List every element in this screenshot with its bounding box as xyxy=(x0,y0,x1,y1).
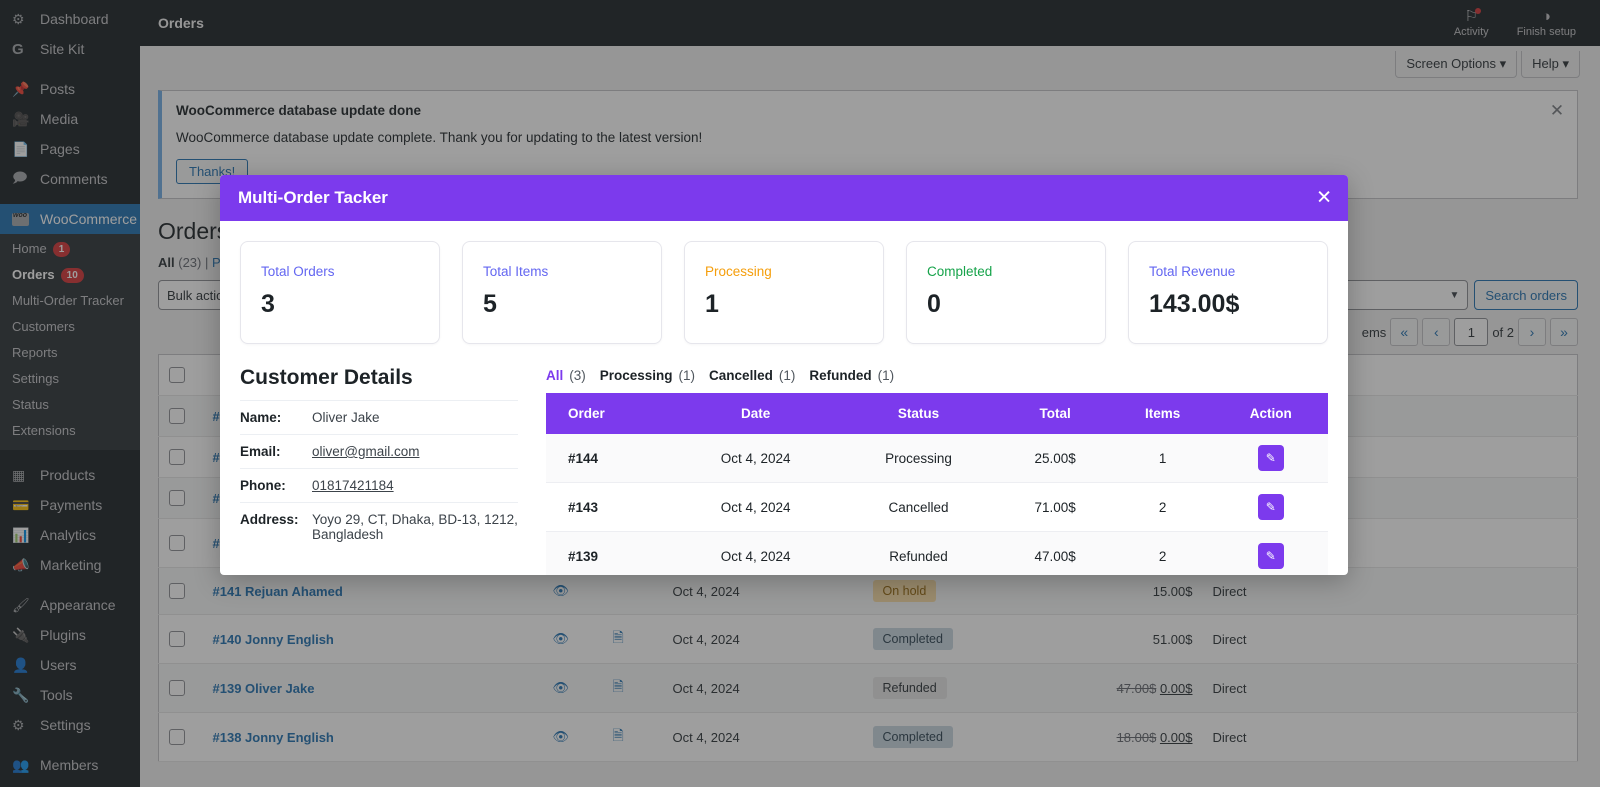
cell-order: #143 xyxy=(546,482,673,532)
cell-date: Oct 4, 2024 xyxy=(672,531,839,575)
pencil-icon[interactable]: ✎ xyxy=(1257,445,1284,471)
cell-date: Oct 4, 2024 xyxy=(672,482,839,532)
tab-all-count: (3) xyxy=(569,368,586,383)
cell-action: ✎ xyxy=(1213,434,1328,483)
customer-phone-label: Phone: xyxy=(240,478,286,493)
cell-items: 2 xyxy=(1111,531,1214,575)
modal-lower: Customer Details Name: Oliver Jake Email… xyxy=(240,366,1328,575)
tab-cancelled[interactable]: Cancelled xyxy=(709,368,773,383)
tab-cancelled-count: (1) xyxy=(778,368,796,383)
cell-items: 2 xyxy=(1111,482,1214,532)
customer-address-value: Yoyo 29, CT, Dhaka, BD-13, 1212, Banglad… xyxy=(312,512,518,542)
col-order: Order xyxy=(546,393,673,434)
cell-order: #139 xyxy=(546,531,673,575)
customer-address-label: Address: xyxy=(240,512,299,527)
stats-row: Total Orders 3 Total Items 5 Processing … xyxy=(240,241,1328,344)
stat-card-total-revenue: Total Revenue 143.00$ xyxy=(1128,241,1328,344)
customer-email-label: Email: xyxy=(240,444,281,459)
customer-email-link[interactable]: oliver@gmail.com xyxy=(312,444,419,459)
customer-details-panel: Customer Details Name: Oliver Jake Email… xyxy=(240,366,518,575)
customer-phone-link[interactable]: 01817421184 xyxy=(312,478,394,493)
cell-status: Refunded xyxy=(838,531,999,575)
cell-status: Cancelled xyxy=(838,482,999,532)
stat-label: Total Items xyxy=(483,264,549,279)
stat-card-completed: Completed 0 xyxy=(906,241,1106,344)
close-icon[interactable]: ✕ xyxy=(1316,189,1332,208)
col-action: Action xyxy=(1213,393,1328,434)
pencil-icon[interactable]: ✎ xyxy=(1257,494,1284,520)
modal-table-body: #144 Oct 4, 2024 Processing 25.00$ 1 ✎ #… xyxy=(546,434,1328,575)
table-row[interactable]: #139 Oct 4, 2024 Refunded 47.00$ 2 ✎ xyxy=(546,531,1328,575)
customer-email-row: Email: oliver@gmail.com xyxy=(240,434,518,468)
pencil-icon[interactable]: ✎ xyxy=(1257,543,1284,569)
customer-name-row: Name: Oliver Jake xyxy=(240,400,518,434)
tab-processing-count: (1) xyxy=(678,368,696,383)
stat-label: Total Revenue xyxy=(1149,264,1236,279)
tab-refunded-count: (1) xyxy=(877,368,895,383)
table-row[interactable]: #143 Oct 4, 2024 Cancelled 71.00$ 2 ✎ xyxy=(546,482,1328,532)
stat-label: Completed xyxy=(927,264,993,279)
cell-action: ✎ xyxy=(1213,531,1328,575)
customer-address-row: Address: Yoyo 29, CT, Dhaka, BD-13, 1212… xyxy=(240,502,518,551)
cell-items: 1 xyxy=(1111,434,1214,483)
customer-details-heading: Customer Details xyxy=(240,366,413,389)
cell-date: Oct 4, 2024 xyxy=(672,434,839,483)
orders-pane: All (3) Processing (1) Cancelled (1) Ref… xyxy=(546,366,1328,575)
customer-name-value: Oliver Jake xyxy=(312,410,380,425)
cell-total: 25.00$ xyxy=(998,434,1112,483)
modal-header: Multi-Order Tacker ✕ xyxy=(220,175,1348,221)
modal-body: Total Orders 3 Total Items 5 Processing … xyxy=(220,221,1348,575)
col-date: Date xyxy=(672,393,839,434)
cell-action: ✎ xyxy=(1213,482,1328,532)
modal-table-head: Order Date Status Total Items Action xyxy=(546,393,1328,434)
cell-status: Processing xyxy=(838,434,999,483)
stat-value: 5 xyxy=(483,290,497,318)
tab-all[interactable]: All xyxy=(546,368,563,383)
col-total: Total xyxy=(998,393,1112,434)
customer-name-label: Name: xyxy=(240,410,282,425)
stat-label: Processing xyxy=(705,264,772,279)
stat-card-total-orders: Total Orders 3 xyxy=(240,241,440,344)
stat-value: 3 xyxy=(261,290,275,318)
cell-order: #144 xyxy=(546,434,673,483)
modal-title: Multi-Order Tacker xyxy=(238,188,388,207)
stat-value: 0 xyxy=(927,290,941,318)
stat-value: 143.00$ xyxy=(1149,290,1240,318)
col-status: Status xyxy=(838,393,999,434)
col-items: Items xyxy=(1111,393,1214,434)
stat-card-total-items: Total Items 5 xyxy=(462,241,662,344)
table-row[interactable]: #144 Oct 4, 2024 Processing 25.00$ 1 ✎ xyxy=(546,434,1328,483)
customer-phone-row: Phone: 01817421184 xyxy=(240,468,518,502)
tab-refunded[interactable]: Refunded xyxy=(809,368,871,383)
modal-orders-table: Order Date Status Total Items Action #14… xyxy=(546,393,1328,575)
stat-card-processing: Processing 1 xyxy=(684,241,884,344)
cell-total: 71.00$ xyxy=(998,482,1112,532)
tab-processing[interactable]: Processing xyxy=(600,368,673,383)
stat-value: 1 xyxy=(705,290,719,318)
multi-order-tracker-modal: Multi-Order Tacker ✕ Total Orders 3 Tota… xyxy=(220,175,1348,575)
modal-table-header-row: Order Date Status Total Items Action xyxy=(546,393,1328,434)
cell-total: 47.00$ xyxy=(998,531,1112,575)
order-filter-tabs: All (3) Processing (1) Cancelled (1) Ref… xyxy=(546,366,1328,393)
stat-label: Total Orders xyxy=(261,264,335,279)
